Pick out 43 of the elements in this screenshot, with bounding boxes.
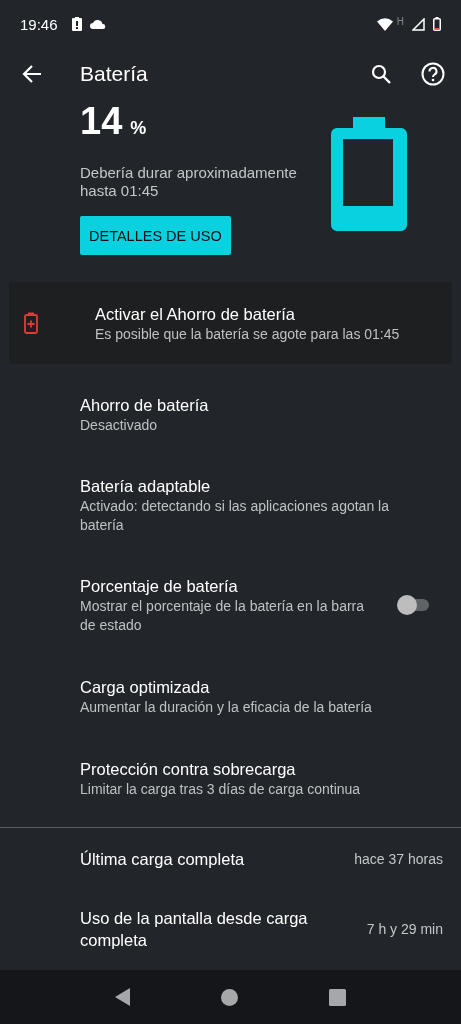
percent-sign: % [130,118,147,139]
setting-title: Ahorro de batería [80,394,210,416]
battery-icon [331,117,407,231]
back-icon[interactable] [115,988,132,1006]
battery-icon [433,17,441,31]
setting-summary: Activado: detectando si las aplicaciones agotan la batería [80,497,390,535]
back-arrow-icon[interactable] [22,64,42,84]
suggestion-subtitle: Es posible que la batería se agote para las 01:45 [95,324,400,344]
setting-summary: Aumentar la duración y la eficacia de la batería [80,697,373,717]
battery-plus-icon [24,312,38,334]
battery-saver-suggestion-card[interactable]: Activar el Ahorro de batería Es posible que la batería se agote para las 01:45 [9,282,452,364]
help-icon[interactable] [421,62,445,86]
settings-item[interactable]: Batería adaptable Activado: detectando si las aplicaciones agotan la batería [0,465,461,545]
status-time: 19:46 [20,15,58,33]
battery-estimate: Debería durar aproximadamente hasta 01:45 [80,164,298,200]
setting-title: Porcentaje de batería [80,576,239,597]
page-title: Batería [80,62,148,86]
suggestion-title: Activar el Ahorro de batería [95,303,296,325]
battery-percentage: 14 [80,100,123,143]
setting-summary: Desactivado [80,415,159,435]
home-icon[interactable] [221,988,239,1006]
setting-title: Protección contra sobrecarga [80,758,297,780]
setting-summary: Limitar la carga tras 3 días de carga continua [80,779,362,799]
usage-details-button[interactable]: DETALLES DE USO [80,216,231,255]
info-value: 7 h y 29 min [366,921,443,937]
settings-item[interactable]: Carga optimizada Aumentar la duración y la eficacia de la batería [0,665,461,727]
info-value: hace 37 horas [354,851,443,867]
toggle-switch[interactable] [397,595,431,615]
wifi-icon [376,17,393,31]
cloud-icon [89,19,106,29]
recents-icon[interactable] [328,988,346,1006]
battery-alert-icon [71,17,82,31]
setting-title: Carga optimizada [80,676,211,698]
network-type: H [396,15,404,27]
search-icon[interactable] [371,64,391,84]
info-label: Uso de la pantalla desde carga completa [80,908,309,951]
setting-title: Batería adaptable [80,476,212,497]
signal-icon [412,17,425,31]
settings-item[interactable]: Ahorro de batería Desactivado [0,383,461,445]
settings-item[interactable]: Protección contra sobrecarga Limitar la carga tras 3 días de carga continua [0,747,461,809]
settings-item[interactable]: Porcentaje de batería Mostrar el porcentaje de la batería en la barra de estado [0,565,461,645]
info-label: Última carga completa [80,849,246,870]
setting-summary: Mostrar el porcentaje de la batería en la barra de estado [80,597,366,635]
